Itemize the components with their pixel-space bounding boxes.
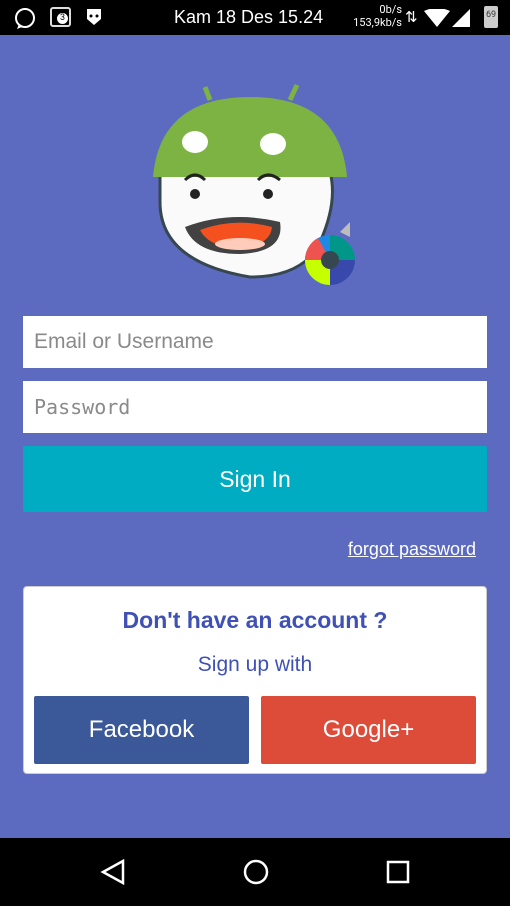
home-button[interactable] (242, 858, 270, 890)
status-bar: 3 Kam 18 Des 15.24 0b/s 153,9kb/s ⇅ 69 (0, 0, 510, 35)
network-speed: 0b/s 153,9kb/s (353, 3, 402, 29)
whatsapp-icon (15, 8, 35, 29)
signal-icon (452, 9, 470, 27)
google-plus-button[interactable]: Google+ (261, 696, 476, 764)
recents-button[interactable] (385, 858, 411, 890)
battery-icon: 69 (484, 6, 498, 28)
signup-title: Don't have an account ? (122, 607, 388, 633)
sign-in-button[interactable]: Sign In (23, 446, 487, 512)
email-input[interactable] (23, 316, 487, 368)
shield-icon (87, 9, 101, 25)
back-button[interactable] (100, 858, 126, 890)
clock: Kam 18 Des 15.24 (174, 7, 324, 27)
wifi-icon (424, 9, 450, 27)
facebook-button[interactable]: Facebook (34, 696, 249, 764)
forgot-password-link[interactable]: forgot password (348, 539, 476, 560)
password-input[interactable] (23, 381, 487, 433)
navigation-bar (0, 838, 510, 906)
data-transfer-icon: ⇅ (405, 8, 418, 26)
signup-card: Don't have an account ? Sign up with Fac… (23, 586, 487, 774)
signup-subtitle: Sign up with (197, 653, 313, 676)
gallery-notification-icon: 3 (50, 7, 71, 27)
app-logo (153, 83, 355, 285)
